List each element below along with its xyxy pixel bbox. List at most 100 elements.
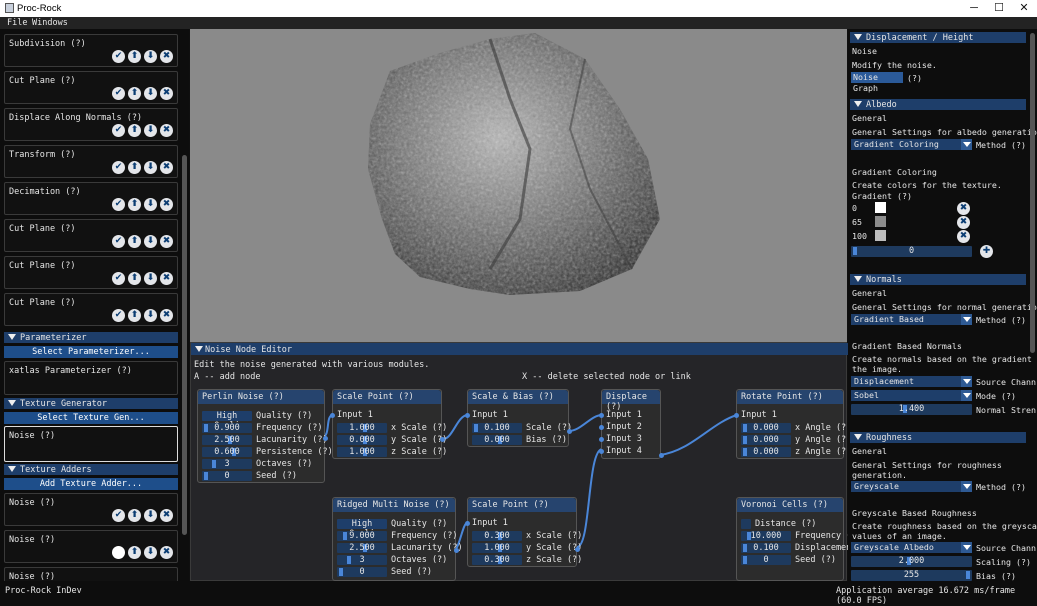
maximize-button[interactable]: ☐ [986, 0, 1012, 17]
y-angle-slider[interactable]: 0.000 [741, 435, 791, 445]
remove-stop-icon[interactable]: ✖ [957, 202, 970, 215]
remove-stop-icon[interactable]: ✖ [957, 230, 970, 243]
arrow-down-icon[interactable]: ⬇ [144, 509, 157, 522]
normals-source-select[interactable]: Displacement [851, 376, 972, 387]
gradient-position-slider[interactable]: 0 [851, 246, 972, 257]
scale-point-node[interactable]: Scale Point (?) Input 1 1.000 x Scale (?… [330, 389, 447, 459]
output-pin[interactable] [659, 453, 664, 458]
remove-icon[interactable]: ✖ [160, 161, 173, 174]
arrow-down-icon[interactable]: ⬇ [144, 161, 157, 174]
normals-header[interactable]: Normals [850, 274, 1026, 285]
output-pin[interactable] [575, 547, 580, 552]
input-pin[interactable] [599, 449, 604, 454]
check-icon[interactable]: ✔ [112, 272, 125, 285]
arrow-down-icon[interactable]: ⬇ [144, 309, 157, 322]
input-pin[interactable] [599, 413, 604, 418]
rotate-point-node[interactable]: Rotate Point (?) Input 1 0.000 x Angle (… [734, 389, 846, 459]
output-pin[interactable] [454, 548, 459, 553]
persistence-slider[interactable]: 0.600 [202, 447, 252, 457]
seed-slider[interactable]: 0 [202, 471, 252, 481]
scale-point-node[interactable]: Scale Point (?) Input 1 0.300 x Scale (?… [465, 497, 582, 567]
remove-icon[interactable]: ✖ [160, 235, 173, 248]
x-scale-slider[interactable]: 0.300 [472, 531, 522, 541]
select-texture-gen-button[interactable]: Select Texture Gen... [4, 412, 178, 424]
roughness-source-select[interactable]: Greyscale Albedo [851, 542, 972, 553]
arrow-up-icon[interactable]: ⬆ [128, 509, 141, 522]
frequency-slider[interactable]: 0.900 [202, 423, 252, 433]
albedo-method-select[interactable]: Gradient Coloring [851, 139, 972, 150]
check-icon[interactable]: ✔ [112, 50, 125, 63]
arrow-down-icon[interactable]: ⬇ [144, 50, 157, 63]
menu-file[interactable]: File [7, 18, 27, 28]
bias-slider[interactable]: 255 [851, 570, 972, 581]
right-scrollbar[interactable] [1030, 33, 1035, 353]
check-icon[interactable]: ✔ [112, 198, 125, 211]
lacunarity-slider[interactable]: 2.500 [202, 435, 252, 445]
select-parameterizer-button[interactable]: Select Parameterizer... [4, 346, 178, 358]
remove-icon[interactable]: ✖ [160, 124, 173, 137]
quality-select[interactable]: High Quali [202, 411, 252, 431]
octaves-slider[interactable]: 3 [202, 459, 252, 469]
check-icon[interactable]: ✔ [112, 124, 125, 137]
texture-generator-header[interactable]: Texture Generator [4, 398, 178, 409]
arrow-up-icon[interactable]: ⬆ [128, 87, 141, 100]
check-icon[interactable]: ✔ [112, 235, 125, 248]
albedo-header[interactable]: Albedo [850, 99, 1026, 110]
perlin-noise-node[interactable]: Perlin Noise (?) High Quali Quality (?) … [197, 389, 333, 483]
output-pin[interactable] [323, 436, 328, 441]
roughness-method-select[interactable]: Greyscale [851, 481, 972, 492]
texture-generator-card[interactable]: Noise (?) [4, 426, 178, 462]
z-angle-slider[interactable]: 0.000 [741, 447, 791, 457]
arrow-down-icon[interactable]: ⬇ [144, 272, 157, 285]
remove-icon[interactable]: ✖ [160, 198, 173, 211]
remove-icon[interactable]: ✖ [160, 309, 173, 322]
arrow-up-icon[interactable]: ⬆ [128, 272, 141, 285]
check-icon[interactable]: ✔ [112, 87, 125, 100]
arrow-up-icon[interactable]: ⬆ [128, 124, 141, 137]
menu-windows[interactable]: Windows [32, 18, 68, 28]
input-pin[interactable] [599, 425, 604, 430]
frequency-slider[interactable]: 9.000 [337, 531, 387, 541]
add-stop-icon[interactable]: ✚ [980, 245, 993, 258]
check-icon[interactable]: ✔ [112, 309, 125, 322]
normals-method-select[interactable]: Gradient Based [851, 314, 972, 325]
scale-slider[interactable]: 0.100 [472, 423, 522, 433]
roughness-header[interactable]: Roughness [850, 432, 1026, 443]
remove-icon[interactable]: ✖ [160, 50, 173, 63]
unchecked-icon[interactable] [112, 546, 125, 559]
help-marker[interactable]: (?) [907, 73, 922, 83]
y-scale-slider[interactable]: 0.000 [337, 435, 387, 445]
displacement-header[interactable]: Displacement / Height [850, 32, 1026, 43]
frequency-slider[interactable]: 10.000 [741, 531, 791, 541]
x-angle-slider[interactable]: 0.000 [741, 423, 791, 433]
parameterizer-header[interactable]: Parameterizer [4, 332, 178, 343]
output-pin[interactable] [567, 429, 572, 434]
arrow-up-icon[interactable]: ⬆ [128, 546, 141, 559]
z-scale-slider[interactable]: 1.000 [337, 447, 387, 457]
seed-slider[interactable]: 0 [741, 555, 791, 565]
gradient-stop-swatch[interactable] [875, 230, 886, 241]
scale-bias-node[interactable]: Scale & Bias (?) Input 1 0.100 Scale (?)… [465, 389, 572, 447]
minimize-button[interactable]: ─ [961, 0, 987, 17]
noise-graph-button[interactable]: Noise Graph [851, 72, 903, 93]
remove-stop-icon[interactable]: ✖ [957, 216, 970, 229]
quality-select[interactable]: High Quali [337, 519, 387, 539]
arrow-up-icon[interactable]: ⬆ [128, 309, 141, 322]
ridged-multi-noise-node[interactable]: Ridged Multi Noise (?) High Quali Qualit… [332, 497, 463, 581]
arrow-down-icon[interactable]: ⬇ [144, 235, 157, 248]
texture-adders-header[interactable]: Texture Adders [4, 464, 178, 475]
check-icon[interactable]: ✔ [112, 509, 125, 522]
input-pin[interactable] [330, 413, 335, 418]
arrow-down-icon[interactable]: ⬇ [144, 546, 157, 559]
input-pin[interactable] [465, 413, 470, 418]
remove-icon[interactable]: ✖ [160, 87, 173, 100]
arrow-up-icon[interactable]: ⬆ [128, 50, 141, 63]
arrow-up-icon[interactable]: ⬆ [128, 198, 141, 211]
z-scale-slider[interactable]: 0.300 [472, 555, 522, 565]
y-scale-slider[interactable]: 1.000 [472, 543, 522, 553]
input-pin[interactable] [599, 437, 604, 442]
arrow-down-icon[interactable]: ⬇ [144, 87, 157, 100]
bias-slider[interactable]: 0.000 [472, 435, 522, 445]
remove-icon[interactable]: ✖ [160, 546, 173, 559]
normals-mode-select[interactable]: Sobel [851, 390, 972, 401]
